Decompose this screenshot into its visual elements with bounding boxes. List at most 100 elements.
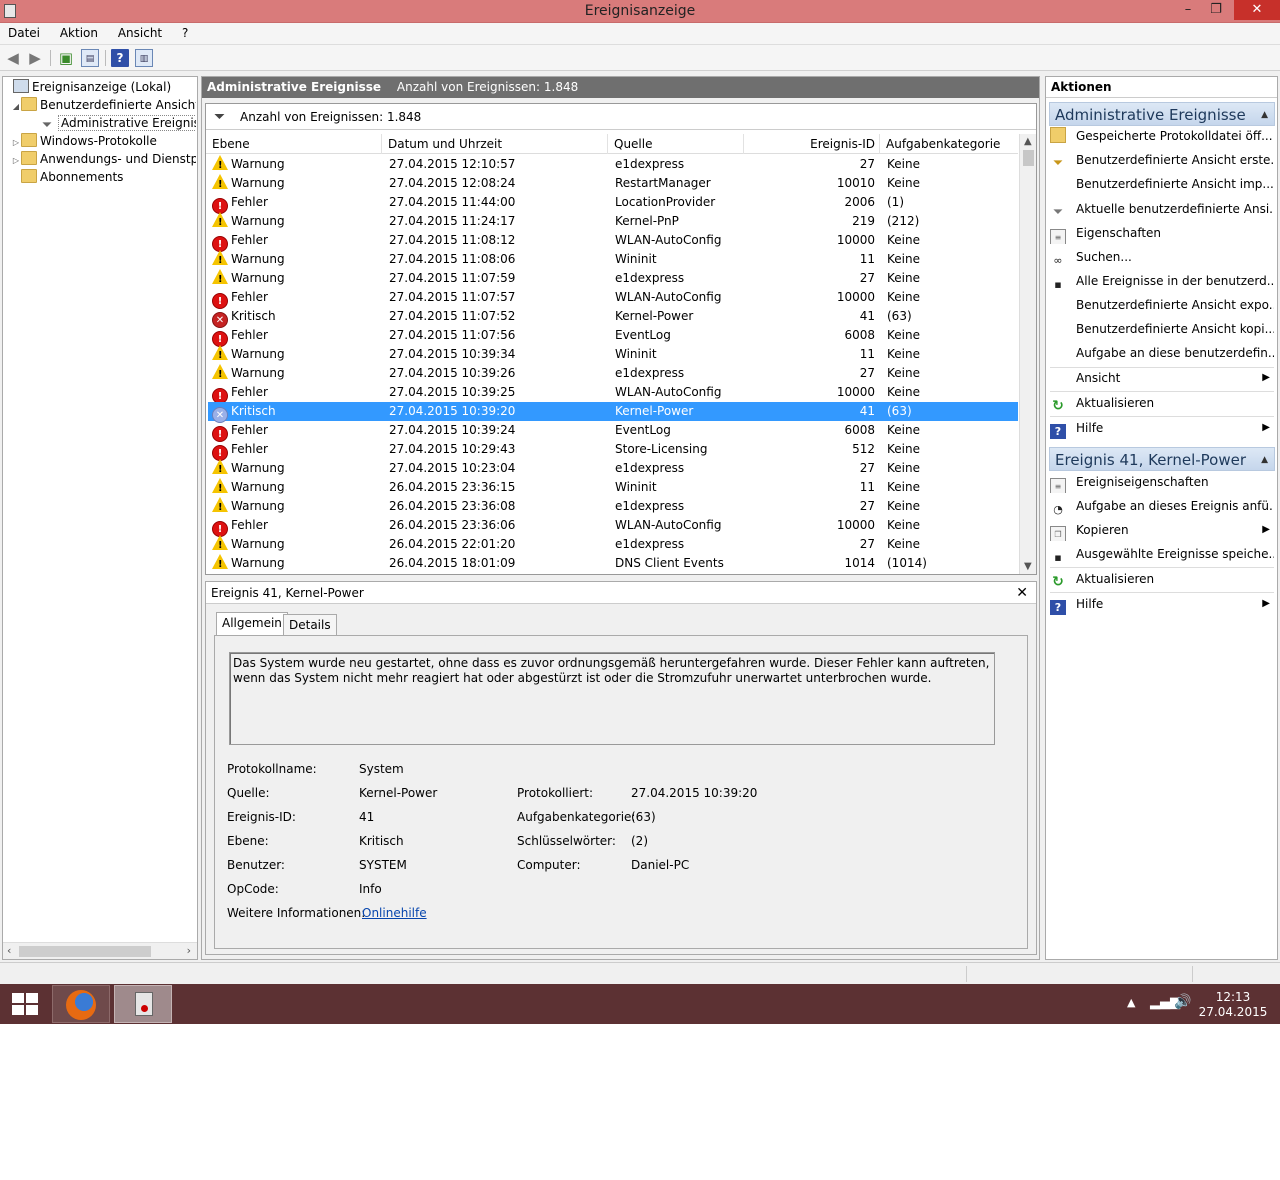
tree-item-custom-views[interactable]: ◢ Benutzerdefinierte Ansichten — [3, 96, 196, 114]
action-help[interactable]: ? Hilfe ▶ — [1050, 417, 1274, 439]
menu-ansicht[interactable]: Ansicht — [110, 23, 170, 40]
scrollbar-thumb[interactable] — [19, 946, 151, 957]
action-copy[interactable]: ❐ Kopieren ▶ — [1050, 519, 1274, 541]
action-refresh[interactable]: ↻ Aktualisieren — [1050, 392, 1274, 414]
table-row[interactable]: ! Warnung 26.04.2015 23:36:15 Wininit 11 Kein… — [208, 478, 1018, 497]
table-row[interactable]: ! Warnung 27.04.2015 12:10:57 e1dexpress 27 K… — [208, 155, 1018, 174]
table-row[interactable]: ! Warnung 26.04.2015 18:01:09 DNS Client Ev… — [208, 554, 1018, 573]
cell-event-id: 10000 — [836, 290, 875, 304]
table-row[interactable]: ! Fehler 27.04.2015 11:44:00 LocationProvid… — [208, 193, 1018, 214]
column-header-id[interactable]: Ereignis-ID — [744, 134, 880, 154]
level-text: Kritisch — [231, 309, 276, 323]
column-header-datum[interactable]: Datum und Uhrzeit — [382, 134, 608, 154]
forward-arrow-icon[interactable]: ▶ — [26, 49, 44, 67]
volume-icon[interactable]: 🔊 — [1174, 994, 1191, 1034]
tree-item-subscriptions[interactable]: Abonnements — [3, 168, 196, 186]
cell-source: LocationProvider — [615, 195, 716, 209]
action-open-saved-log[interactable]: Gespeicherte Protokolldatei öff... — [1050, 125, 1274, 147]
scroll-up-icon[interactable]: ▲ — [1024, 136, 1032, 147]
section-administrative-events[interactable]: Administrative Ereignisse ▲ — [1049, 102, 1275, 126]
show-hide-tree-icon[interactable]: ▤ — [81, 49, 99, 67]
column-headers: Ebene Datum und Uhrzeit Quelle Ereignis-… — [206, 134, 1018, 154]
action-save-selected-events[interactable]: ▪ Ausgewählte Ereignisse speiche... — [1050, 543, 1274, 565]
action-properties[interactable]: ≡ Eigenschaften — [1050, 222, 1274, 244]
taskbar-clock[interactable]: 12:13 27.04.2015 — [1198, 990, 1268, 1020]
action-filter-current-view[interactable]: ⏷ Aktuelle benutzerdefinierte Ansi... — [1050, 198, 1274, 220]
table-row[interactable]: ! Warnung 27.04.2015 10:23:04 e1dexpress 27 K… — [208, 459, 1018, 478]
table-row[interactable]: ! Warnung 26.04.2015 22:01:20 e1dexpress 27 K… — [208, 535, 1018, 554]
scroll-down-icon[interactable]: ▼ — [1024, 561, 1032, 572]
section-event-41[interactable]: Ereignis 41, Kernel-Power ▲ — [1049, 447, 1275, 471]
tree-item-windows-logs[interactable]: ▷ Windows-Protokolle — [3, 132, 196, 150]
tree-horizontal-scrollbar[interactable]: ‹ › — [3, 942, 197, 959]
column-header-ebene[interactable]: Ebene — [206, 134, 382, 154]
taskbar-firefox[interactable] — [52, 985, 110, 1023]
action-save-all-events[interactable]: ▪ Alle Ereignisse in der benutzerd... — [1050, 270, 1274, 292]
action-refresh-event[interactable]: ↻ Aktualisieren — [1050, 568, 1274, 590]
collapse-arrow-icon[interactable]: ◢ — [11, 98, 21, 114]
column-header-kategorie[interactable]: Aufgabenkategorie — [880, 134, 1018, 154]
table-row[interactable]: ✕ Kritisch 27.04.2015 11:07:52 Kernel-Power… — [208, 307, 1018, 328]
collapse-triangle-icon[interactable]: ▲ — [1261, 448, 1268, 472]
table-row[interactable]: ! Fehler 27.04.2015 10:39:25 WLAN-AutoConfi… — [208, 383, 1018, 404]
expand-arrow-icon[interactable]: ▷ — [11, 152, 21, 168]
action-attach-task-view[interactable]: Aufgabe an diese benutzerdefin... — [1050, 342, 1274, 364]
back-arrow-icon[interactable]: ◀ — [4, 49, 22, 67]
table-row[interactable]: ! Warnung 27.04.2015 11:24:17 Kernel-PnP 219… — [208, 212, 1018, 231]
tab-allgemein[interactable]: Allgemein — [216, 612, 288, 636]
close-button[interactable]: ✕ — [1234, 0, 1280, 20]
table-row[interactable]: ! Fehler 27.04.2015 10:39:24 EventLog 6008 Ke… — [208, 421, 1018, 442]
column-header-quelle[interactable]: Quelle — [608, 134, 744, 154]
table-row[interactable]: ! Warnung 27.04.2015 11:07:59 e1dexpress 27 K… — [208, 269, 1018, 288]
action-help-event[interactable]: ? Hilfe ▶ — [1050, 593, 1274, 615]
list-vertical-scrollbar[interactable]: ▲ ▼ — [1019, 134, 1036, 574]
menu-aktion[interactable]: Aktion — [52, 23, 106, 40]
detail-close-icon[interactable]: ✕ — [1016, 582, 1028, 604]
action-event-properties[interactable]: ≡ Ereigniseigenschaften — [1050, 471, 1274, 493]
tree-item-label: Ereignisanzeige (Lokal) — [32, 80, 172, 94]
scrollbar-thumb[interactable] — [1023, 150, 1034, 166]
tree-item-app-service-logs[interactable]: ▷ Anwendungs- und Dienstprotokolle — [3, 150, 196, 168]
table-row[interactable]: ! Fehler 27.04.2015 10:29:43 Store-Licensin… — [208, 440, 1018, 461]
table-row[interactable]: ✕ Kritisch 27.04.2015 10:39:20 Kernel-Power… — [208, 402, 1018, 423]
cell-source: Wininit — [615, 347, 657, 361]
table-row[interactable]: ! Warnung 27.04.2015 11:08:06 Wininit 11 Kein… — [208, 250, 1018, 269]
table-row[interactable]: ! Warnung 27.04.2015 10:39:26 e1dexpress 27 K… — [208, 364, 1018, 383]
action-export-custom-view[interactable]: Benutzerdefinierte Ansicht expo... — [1050, 294, 1274, 316]
action-create-custom-view[interactable]: ⏷ Benutzerdefinierte Ansicht erste... — [1050, 149, 1274, 171]
maximize-button[interactable]: ❐ — [1202, 0, 1230, 20]
expand-arrow-icon[interactable]: ▷ — [11, 134, 21, 150]
table-row[interactable]: ! Warnung 26.04.2015 23:36:08 e1dexpress 27 K… — [208, 497, 1018, 516]
table-row[interactable]: ! Fehler 27.04.2015 11:07:56 EventLog 6008 Ke… — [208, 326, 1018, 347]
tree-item-admin-events[interactable]: ⏷ Administrative Ereignisse — [3, 114, 196, 132]
table-row[interactable]: ! Warnung 27.04.2015 12:08:24 RestartManage… — [208, 174, 1018, 193]
scroll-right-icon[interactable]: › — [187, 944, 191, 957]
folder-up-icon[interactable]: ▣ — [57, 49, 75, 67]
show-action-pane-icon[interactable]: ▥ — [135, 49, 153, 67]
help-icon[interactable]: ? — [111, 49, 129, 67]
tab-details[interactable]: Details — [283, 614, 337, 636]
table-row[interactable]: ! Fehler 27.04.2015 11:07:57 WLAN-AutoConfi… — [208, 288, 1018, 309]
menu-datei[interactable]: Datei — [0, 23, 48, 40]
table-row[interactable]: ! Warnung 27.04.2015 10:39:34 Wininit 11 Kein… — [208, 345, 1018, 364]
table-row[interactable]: ! Fehler 27.04.2015 11:08:12 WLAN-AutoConfi… — [208, 231, 1018, 252]
action-copy-custom-view[interactable]: Benutzerdefinierte Ansicht kopi... — [1050, 318, 1274, 340]
action-view-submenu[interactable]: Ansicht ▶ — [1050, 367, 1274, 389]
action-attach-task-event[interactable]: ◔ Aufgabe an dieses Ereignis anfü... — [1050, 495, 1274, 517]
action-find[interactable]: ∞ Suchen... — [1050, 246, 1274, 268]
show-hidden-icons-icon[interactable]: ▲ — [1127, 996, 1135, 1036]
collapse-triangle-icon[interactable]: ▲ — [1261, 103, 1268, 127]
action-import-custom-view[interactable]: Benutzerdefinierte Ansicht imp... — [1050, 173, 1274, 195]
tree-item-local[interactable]: Ereignisanzeige (Lokal) — [3, 78, 196, 96]
table-row[interactable]: ! Fehler 26.04.2015 23:36:06 WLAN-AutoConfi… — [208, 516, 1018, 537]
menu-help[interactable]: ? — [174, 23, 196, 40]
warning-icon: ! — [212, 269, 228, 285]
taskbar-event-viewer[interactable] — [114, 985, 172, 1023]
minimize-button[interactable]: – — [1174, 0, 1202, 20]
online-help-link[interactable]: Onlinehilfe — [362, 906, 427, 920]
save-icon: ▪ — [1054, 278, 1062, 291]
warning-icon: ! — [212, 364, 228, 380]
windows-start-icon[interactable] — [12, 993, 38, 1015]
scroll-left-icon[interactable]: ‹ — [7, 944, 11, 957]
level-text: Fehler — [231, 423, 268, 437]
